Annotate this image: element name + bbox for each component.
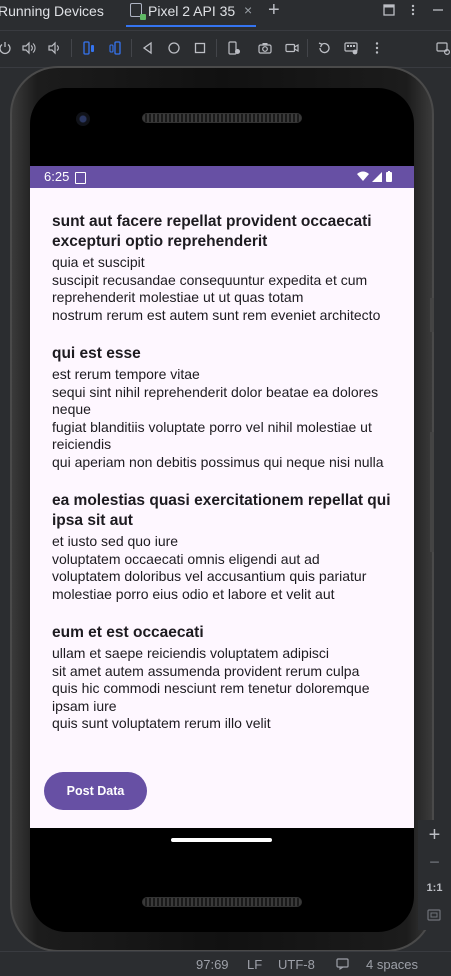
top-speaker-grille	[142, 113, 302, 123]
post-title: ea molestias quasi exercitationem repell…	[52, 492, 391, 529]
device-mirroring-icon[interactable]	[436, 41, 450, 55]
maximize-icon[interactable]	[383, 4, 395, 16]
record-screen-icon[interactable]	[285, 41, 299, 55]
overview-icon[interactable]	[193, 41, 207, 55]
ide-status-bar: 97:69 LF UTF-8 4 spaces	[0, 951, 451, 976]
bottom-speaker-grille	[142, 897, 302, 907]
post-body: quia et suscipit suscipit recusandae con…	[52, 254, 381, 323]
zoom-controls: + − 1:1	[418, 820, 451, 930]
side-button	[430, 298, 434, 332]
minimize-icon[interactable]	[432, 4, 444, 16]
readonly-toggle-icon[interactable]	[336, 958, 349, 970]
phone-screen: 6:25 sunt aut facere repellat provident …	[30, 166, 414, 828]
home-icon[interactable]	[167, 41, 181, 55]
post-body: ullam et saepe reiciendis voluptatem adi…	[52, 645, 370, 731]
power-icon[interactable]	[0, 41, 12, 55]
post-title: sunt aut facere repellat provident occae…	[52, 213, 372, 250]
wifi-signal-battery-icons	[357, 171, 392, 182]
back-icon[interactable]	[141, 41, 155, 55]
posts-list: sunt aut facere repellat provident occae…	[52, 212, 397, 753]
close-tab-icon[interactable]: ×	[244, 2, 252, 18]
post-body: est rerum tempore vitae sequi sint nihil…	[52, 366, 384, 470]
rotate-right-icon[interactable]	[108, 41, 122, 55]
extended-controls-icon[interactable]	[344, 41, 358, 55]
post-item: ea molestias quasi exercitationem repell…	[52, 491, 397, 603]
active-tab-indicator	[126, 25, 256, 27]
tab-device-label: Pixel 2 API 35	[148, 3, 236, 19]
post-item: qui est esse est rerum tempore vitae seq…	[52, 344, 397, 471]
more-options-icon[interactable]	[370, 41, 384, 55]
post-title: qui est esse	[52, 345, 141, 362]
toolbar-separator	[131, 39, 132, 57]
device-frame-icon[interactable]	[227, 41, 241, 55]
device-icon	[130, 3, 146, 20]
status-bar: 6:25	[30, 166, 414, 188]
toolbar-separator	[307, 39, 308, 57]
fit-screen-icon[interactable]	[427, 909, 441, 921]
status-time: 6:25	[44, 169, 70, 184]
toolbar-separator	[71, 39, 72, 57]
tab-device[interactable]: Pixel 2 API 35	[130, 3, 236, 20]
screenshot-icon[interactable]	[258, 41, 272, 55]
file-encoding[interactable]: UTF-8	[278, 957, 315, 972]
rotate-left-icon[interactable]	[82, 41, 96, 55]
new-tab-icon[interactable]: +	[268, 0, 280, 22]
tool-window-title: Running Devices	[0, 3, 104, 19]
post-title: eum et est occaecati	[52, 624, 204, 641]
side-button	[430, 432, 434, 552]
volume-down-icon[interactable]	[47, 41, 61, 55]
post-item: sunt aut facere repellat provident occae…	[52, 212, 397, 324]
post-data-button[interactable]: Post Data	[44, 772, 147, 810]
actual-size-button[interactable]: 1:1	[418, 882, 451, 894]
ide-tab-bar: Running Devices Pixel 2 API 35 × +	[0, 0, 451, 24]
front-camera	[76, 112, 90, 126]
zoom-in-button[interactable]: +	[418, 824, 451, 847]
reset-icon[interactable]	[317, 41, 331, 55]
post-item: eum et est occaecati ullam et saepe reic…	[52, 623, 397, 733]
line-separator[interactable]: LF	[247, 957, 262, 972]
post-body: et iusto sed quo iure voluptatem occaeca…	[52, 533, 367, 602]
toolbar-separator	[216, 39, 217, 57]
emulator-toolbar	[0, 30, 451, 68]
more-vertical-icon[interactable]	[407, 4, 419, 16]
volume-up-icon[interactable]	[22, 41, 36, 55]
gesture-nav-handle[interactable]	[171, 838, 272, 842]
sim-notification-icon	[75, 172, 86, 184]
indent-setting[interactable]: 4 spaces	[366, 957, 418, 972]
caret-position[interactable]: 97:69	[196, 957, 229, 972]
zoom-out-button[interactable]: −	[418, 852, 451, 873]
